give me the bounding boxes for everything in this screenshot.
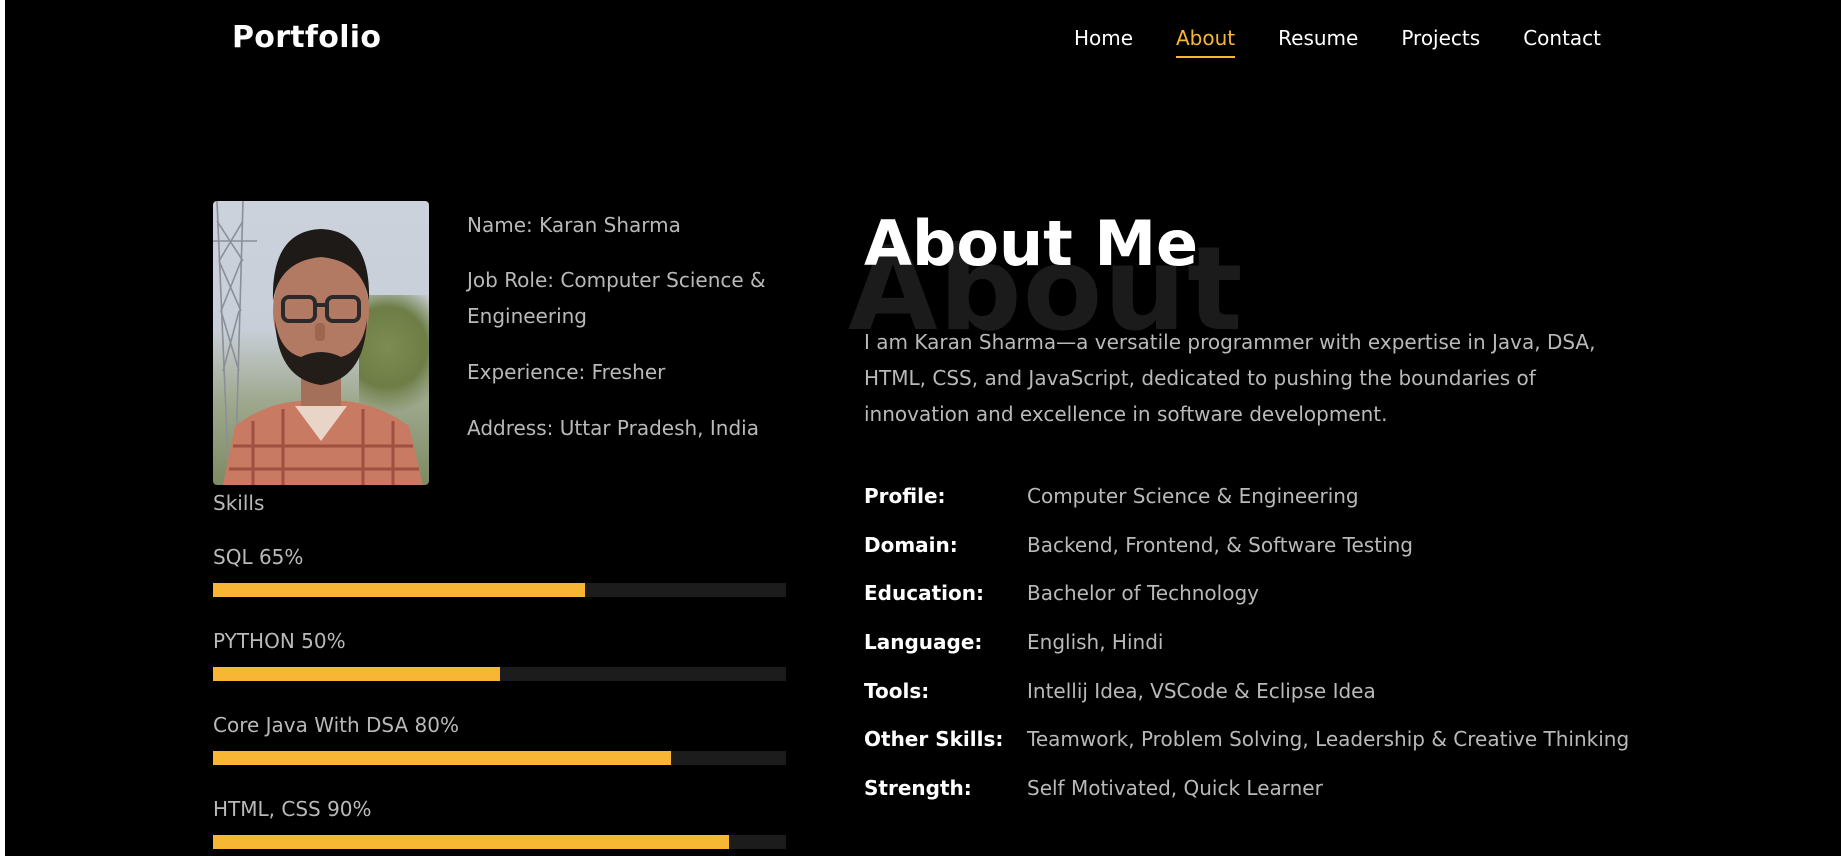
skills-heading: Skills: [213, 491, 265, 515]
detail-row: Language: English, Hindi: [864, 630, 1629, 679]
portfolio-page: Portfolio Home About Resume Projects Con…: [5, 0, 1841, 856]
profile-photo: [213, 201, 429, 485]
nav-home[interactable]: Home: [1074, 26, 1133, 58]
about-details: Profile: Computer Science & Engineering …: [864, 484, 1629, 825]
detail-value: Intellij Idea, VSCode & Eclipse Idea: [1027, 678, 1376, 703]
detail-key: Language:: [864, 630, 983, 655]
person-portrait: [223, 229, 423, 485]
skill-progress-fill: [213, 835, 729, 849]
skill-label: HTML, CSS 90%: [213, 797, 372, 821]
about-description: I am Karan Sharma—a versatile programmer…: [864, 330, 1596, 426]
nav-about[interactable]: About: [1176, 26, 1236, 58]
detail-value: Computer Science & Engineering: [1027, 484, 1359, 508]
detail-row: Other Skills: Teamwork, Problem Solving,…: [864, 727, 1629, 776]
detail-value: Bachelor of Technology: [1027, 581, 1259, 606]
nav-projects[interactable]: Projects: [1401, 26, 1480, 58]
info-name: Name: Karan Sharma: [467, 213, 681, 237]
skill-label: SQL 65%: [213, 545, 304, 569]
nav-resume[interactable]: Resume: [1278, 26, 1358, 58]
skill-progress-track: [213, 667, 786, 681]
skill-progress-track: [213, 751, 786, 765]
skill-label: PYTHON 50%: [213, 629, 346, 653]
info-job-role: Job Role: Computer Science & Engineering: [467, 268, 766, 328]
main-nav: Home About Resume Projects Contact: [1074, 26, 1601, 58]
nav-contact[interactable]: Contact: [1523, 26, 1601, 58]
skill-item: SQL 65%: [213, 545, 786, 597]
skill-item: HTML, CSS 90%: [213, 797, 786, 849]
skill-progress-fill: [213, 667, 500, 681]
detail-key: Other Skills:: [864, 727, 1004, 752]
skill-label: Core Java With DSA 80%: [213, 713, 459, 737]
personal-info: Name: Karan Sharma Job Role: Computer Sc…: [467, 207, 797, 466]
info-experience: Experience: Fresher: [467, 360, 666, 384]
brand-logo[interactable]: Portfolio: [232, 20, 381, 55]
detail-key: Profile:: [864, 484, 946, 508]
detail-key: Education:: [864, 581, 984, 606]
about-title: About Me: [864, 207, 1199, 280]
detail-row: Strength: Self Motivated, Quick Learner: [864, 776, 1629, 825]
skill-progress-track: [213, 583, 786, 597]
detail-value: Backend, Frontend, & Software Testing: [1027, 532, 1413, 557]
detail-value: Self Motivated, Quick Learner: [1027, 776, 1323, 801]
skill-progress-track: [213, 835, 786, 849]
skill-progress-fill: [213, 751, 672, 765]
detail-key: Strength:: [864, 776, 972, 801]
info-address: Address: Uttar Pradesh, India: [467, 416, 759, 440]
skill-item: Core Java With DSA 80%: [213, 713, 786, 765]
detail-row: Tools: Intellij Idea, VSCode & Eclipse I…: [864, 679, 1629, 728]
detail-key: Domain:: [864, 532, 958, 557]
detail-value: English, Hindi: [1027, 630, 1164, 655]
detail-value: Teamwork, Problem Solving, Leadership & …: [1027, 727, 1630, 752]
detail-key: Tools:: [864, 678, 930, 703]
skill-progress-fill: [213, 583, 586, 597]
detail-row: Profile: Computer Science & Engineering: [864, 484, 1629, 533]
skill-item: PYTHON 50%: [213, 629, 786, 681]
detail-row: Domain: Backend, Frontend, & Software Te…: [864, 533, 1629, 582]
detail-row: Education: Bachelor of Technology: [864, 581, 1629, 630]
